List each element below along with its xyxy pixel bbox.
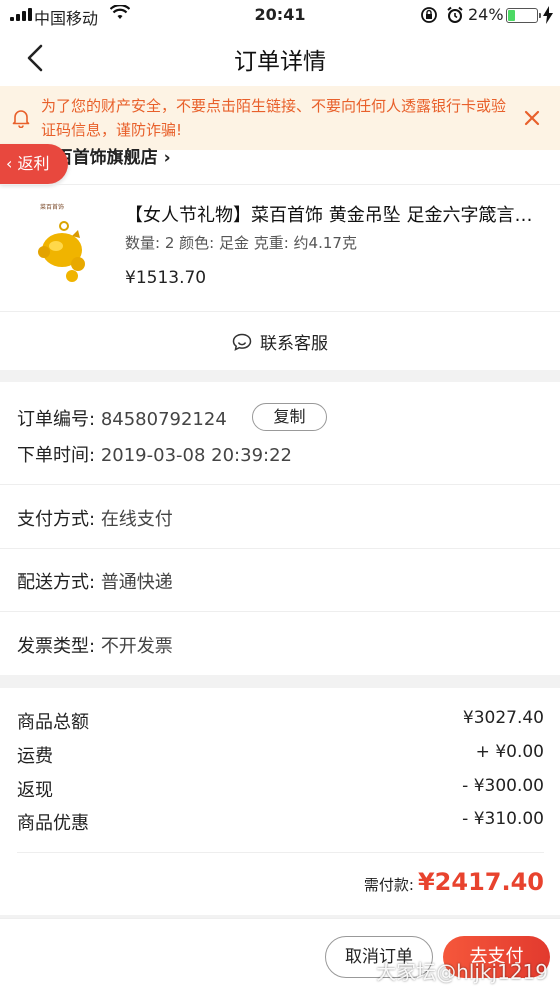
rebate-label: 返利	[17, 154, 50, 173]
gold-pig-pendant-image: 菜百首饰	[38, 203, 85, 282]
payment-method-label: 支付方式:	[17, 509, 96, 530]
bell-icon	[12, 110, 30, 128]
payment-method-value: 在线支付	[100, 509, 173, 530]
goods-total-label: 商品总额	[17, 712, 89, 733]
cashback-value: - ¥300.00	[462, 776, 544, 796]
order-time-value: 2019-03-08 20:39:22	[100, 445, 292, 466]
product-thumbnail[interactable]: 菜百首饰	[20, 200, 104, 292]
divider	[0, 484, 560, 485]
amount-due: 需付款: ¥2417.40	[364, 868, 544, 896]
product-price: ¥1513.70	[125, 268, 207, 288]
status-bar: 中国移动 20:41 24%	[0, 0, 560, 30]
close-icon[interactable]	[522, 108, 542, 128]
notice-text: 为了您的财产安全，不要点击陌生链接、不要向任何人透露银行卡或验证码信息，谨防诈骗…	[41, 97, 507, 139]
contact-service-button[interactable]: 联系客服	[0, 312, 560, 370]
thumb-brand: 菜百首饰	[40, 203, 64, 211]
discount-label: 商品优惠	[17, 813, 89, 834]
nav-bar: 订单详情	[0, 30, 560, 86]
chat-bubble-icon	[232, 333, 252, 351]
goods-total-value: ¥3027.40	[462, 708, 544, 728]
discount-value: - ¥310.00	[462, 809, 544, 829]
invoice-type-value: 不开发票	[100, 636, 173, 657]
delivery-method-value: 普通快递	[100, 572, 173, 593]
divider	[0, 184, 560, 185]
charging-bolt-icon	[543, 6, 553, 24]
contact-service-label: 联系客服	[260, 334, 328, 354]
payment-method-row: 支付方式: 在线支付	[17, 505, 173, 531]
battery-percent: 24%	[468, 5, 504, 24]
divider	[0, 548, 560, 549]
watermark: 大家坛@hljkj1219	[376, 960, 548, 984]
delivery-method-row: 配送方式: 普通快递	[17, 568, 173, 594]
invoice-type-row: 发票类型: 不开发票	[17, 632, 173, 658]
cashback-label: 返现	[17, 780, 53, 801]
shipping-label: 运费	[17, 746, 53, 767]
amount-due-label: 需付款:	[363, 876, 414, 894]
shipping-value: + ¥0.00	[475, 742, 544, 762]
rebate-button[interactable]: ‹ 返利	[0, 144, 68, 184]
security-notice: 为了您的财产安全，不要点击陌生链接、不要向任何人透露银行卡或验证码信息，谨防诈骗…	[0, 86, 560, 150]
product-name[interactable]: 【女人节礼物】菜百首饰 黄金吊坠 足金六字箴言金猪吊坠	[125, 201, 545, 227]
order-number-value: 84580792124	[100, 409, 227, 430]
battery-level-fill	[508, 10, 516, 21]
copy-order-number-button[interactable]: 复制	[252, 403, 327, 431]
alarm-icon	[447, 6, 463, 23]
product-spec: 数量: 2 颜色: 足金 克重: 约4.17克	[125, 234, 357, 252]
order-number-label: 订单编号:	[17, 409, 96, 430]
order-number-row: 订单编号: 84580792124	[17, 405, 227, 431]
order-time-row: 下单时间: 2019-03-08 20:39:22	[17, 441, 292, 467]
divider	[0, 611, 560, 612]
orientation-lock-icon	[421, 7, 437, 23]
page-title: 订单详情	[234, 49, 326, 75]
amount-due-value: ¥2417.40	[417, 868, 544, 896]
divider	[17, 852, 544, 853]
invoice-type-label: 发票类型:	[17, 636, 96, 657]
delivery-method-label: 配送方式:	[17, 572, 96, 593]
battery-icon	[506, 8, 541, 23]
order-time-label: 下单时间:	[17, 445, 96, 466]
